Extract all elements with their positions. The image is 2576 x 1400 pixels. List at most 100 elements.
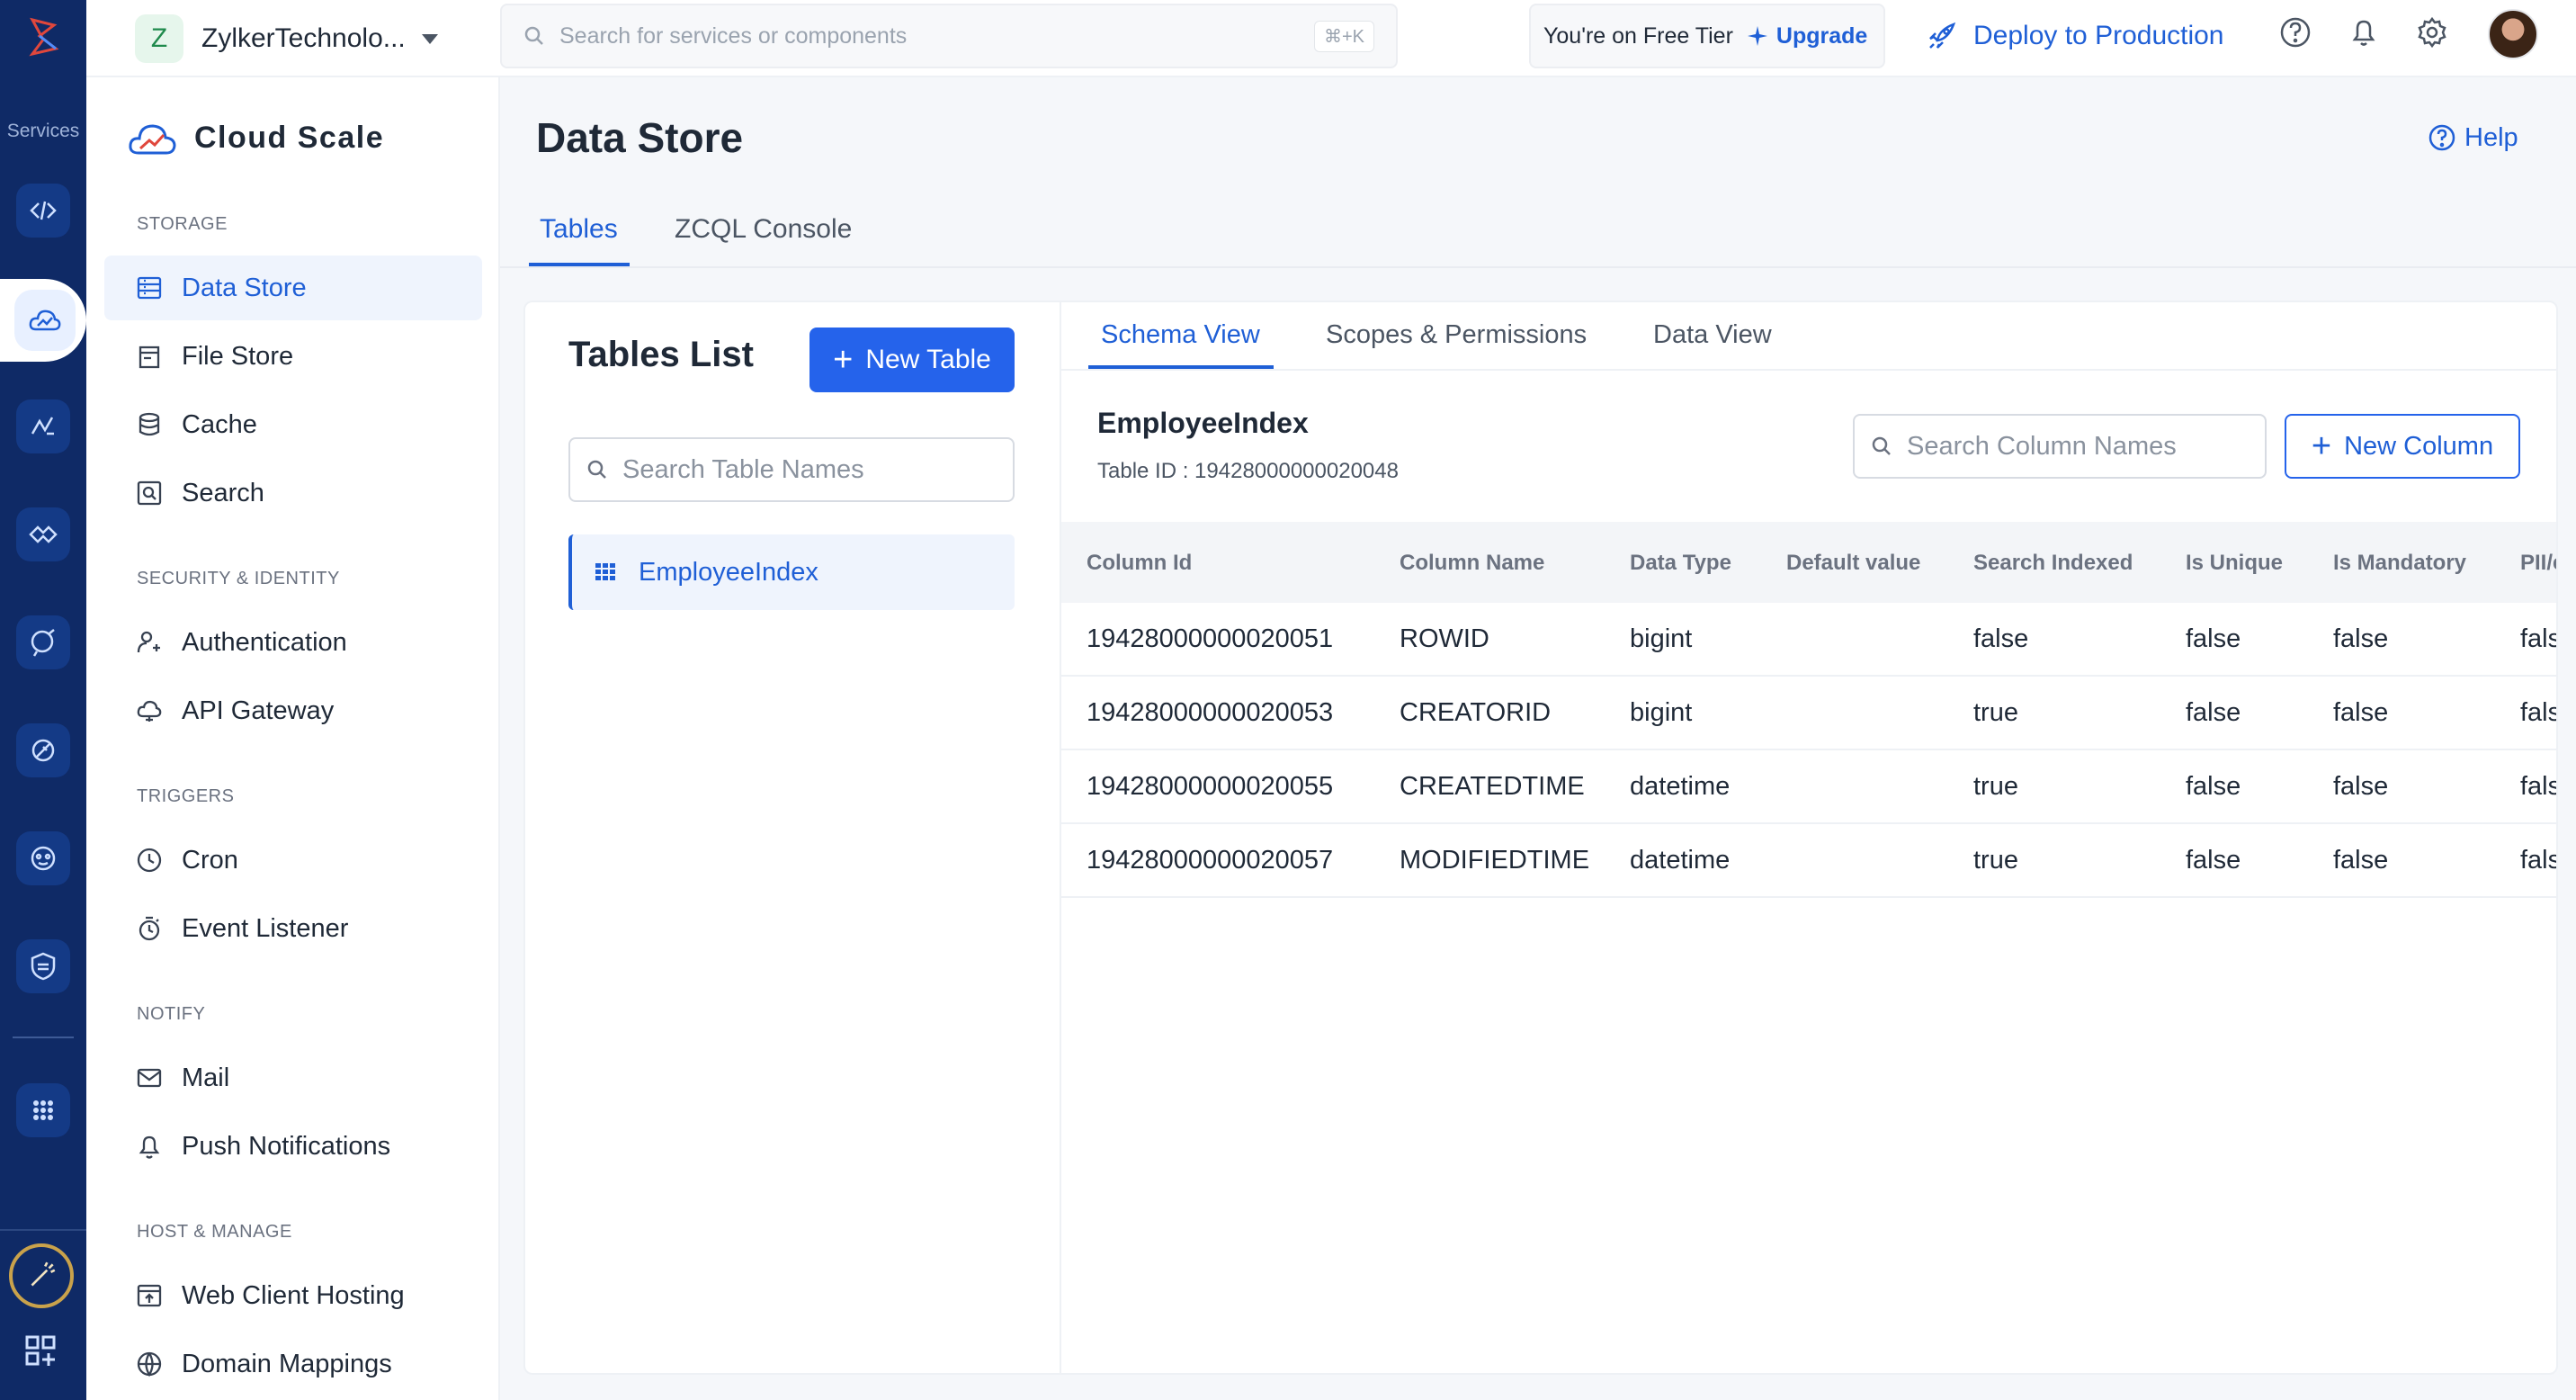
sidebar-item-label: Domain Mappings [182, 1349, 392, 1378]
tier-text: You're on Free Tier [1543, 22, 1733, 49]
table-row[interactable]: 19428000000020057 MODIFIEDTIME datetime … [1061, 824, 2556, 898]
sidebar-item-label: Cache [182, 409, 257, 439]
column-header: Column Name [1400, 551, 1545, 575]
table-row[interactable]: 19428000000020055 CREATEDTIME datetime t… [1061, 750, 2556, 824]
section-host-manage: HOST & MANAGE [137, 1222, 292, 1242]
shield-icon[interactable] [16, 939, 70, 993]
upgrade-label: Upgrade [1775, 22, 1868, 49]
sidebar-item-cron[interactable]: Cron [104, 828, 482, 893]
global-search-input[interactable]: Search for services or components ⌘+K [500, 4, 1398, 68]
cell-is-unique: false [2186, 624, 2241, 653]
sidebar-item-api-gateway[interactable]: API Gateway [104, 678, 482, 743]
gear-icon[interactable] [2414, 14, 2450, 50]
cell-column-id: 19428000000020057 [1087, 846, 1334, 875]
cell-column-id: 19428000000020055 [1087, 772, 1334, 801]
help-circle-icon [2428, 124, 2455, 151]
sidebar-item-event-listener[interactable]: Event Listener [104, 896, 482, 961]
tab-tables[interactable]: Tables [540, 214, 618, 268]
cell-search-indexed: true [1973, 698, 2018, 727]
sidebar-item-label: Authentication [182, 627, 347, 657]
sidebar-item-mail[interactable]: Mail [104, 1046, 482, 1110]
tab-schema-view[interactable]: Schema View [1101, 320, 1260, 350]
cell-column-name: CREATORID [1400, 698, 1552, 727]
cloud-scale-brand: Cloud Scale [126, 115, 384, 160]
cache-icon [139, 412, 160, 436]
magic-wand-icon[interactable] [9, 1243, 74, 1308]
column-header: Search Indexed [1973, 551, 2133, 575]
sidebar-item-cache[interactable]: Cache [104, 392, 482, 457]
clock-icon [137, 848, 162, 873]
section-security-identity: SECURITY & IDENTITY [137, 569, 340, 588]
upgrade-link[interactable]: Upgrade [1746, 23, 1867, 49]
catalyst-logo-icon[interactable] [20, 13, 67, 59]
cell-data-type: datetime [1630, 846, 1731, 875]
bot-icon[interactable] [16, 831, 70, 885]
sidebar-item-label: Push Notifications [182, 1131, 391, 1161]
cloud-scale-icon [29, 310, 61, 331]
cell-is-unique: false [2186, 846, 2241, 875]
org-switcher[interactable]: Z ZylkerTechnolo... [135, 11, 468, 67]
sidebar-item-label: Event Listener [182, 913, 349, 943]
new-column-button[interactable]: + New Column [2285, 414, 2520, 479]
satellite-icon[interactable] [16, 723, 70, 777]
sidebar-item-label: Cron [182, 845, 238, 875]
apps-grid-icon[interactable] [16, 1083, 70, 1137]
new-table-button[interactable]: + New Table [809, 328, 1015, 392]
search-box-icon [137, 480, 162, 506]
help-circle-icon[interactable] [2277, 14, 2313, 50]
code-icon[interactable] [16, 184, 70, 238]
column-header: Default value [1786, 551, 1921, 575]
sidebar-item-data-store[interactable]: Data Store [104, 256, 482, 320]
table-search-input[interactable]: Search Table Names [568, 437, 1015, 502]
handshake-icon[interactable] [16, 507, 70, 561]
brand-name: Cloud Scale [194, 120, 385, 155]
column-header: Is Mandatory [2333, 551, 2467, 575]
web-hosting-icon [137, 1284, 162, 1307]
cell-pii: false [2520, 772, 2556, 801]
sidebar-item-search[interactable]: Search [104, 461, 482, 525]
table-row[interactable]: 19428000000020051 ROWID bigint false fal… [1061, 603, 2556, 677]
user-avatar[interactable] [2488, 9, 2538, 59]
cell-is-mandatory: false [2333, 698, 2389, 727]
sidebar-item-push-notifications[interactable]: Push Notifications [104, 1114, 482, 1179]
cell-pii: false [2520, 698, 2556, 727]
sidebar-item-label: Web Client Hosting [182, 1280, 405, 1310]
search-shortcut-hint: ⌘+K [1313, 20, 1374, 52]
table-list-item[interactable]: EmployeeIndex [568, 534, 1015, 610]
search-icon [524, 26, 543, 45]
grid-table-icon [595, 563, 615, 580]
cell-column-name: MODIFIEDTIME [1400, 846, 1590, 875]
tab-scopes-permissions[interactable]: Scopes & Permissions [1326, 320, 1587, 350]
tab-zcql-console[interactable]: ZCQL Console [675, 214, 852, 268]
help-label: Help [2464, 122, 2518, 152]
section-storage: STORAGE [137, 214, 228, 234]
sidebar-item-label: API Gateway [182, 696, 335, 725]
schema-table: Column Id Column Name Data Type Default … [1061, 522, 2556, 900]
cloud-scale-rail-item[interactable] [0, 279, 86, 362]
table-row[interactable]: 19428000000020053 CREATORID bigint true … [1061, 677, 2556, 750]
deploy-to-production-button[interactable]: Deploy to Production [1927, 13, 2224, 59]
sidebar-item-authentication[interactable]: Authentication [104, 610, 482, 675]
sidebar-item-domain-mappings[interactable]: Domain Mappings [104, 1332, 482, 1396]
sidebar-item-web-client-hosting[interactable]: Web Client Hosting [104, 1263, 482, 1328]
bell-icon[interactable] [2346, 14, 2382, 50]
plus-icon: + [2311, 427, 2332, 465]
cell-data-type: datetime [1630, 772, 1731, 801]
brain-icon[interactable] [16, 615, 70, 669]
stopwatch-icon [139, 916, 160, 941]
cloud-gateway-icon [137, 700, 162, 722]
selected-table-name: EmployeeIndex [1097, 407, 1309, 439]
add-widget-icon[interactable] [23, 1333, 59, 1369]
tab-data-view[interactable]: Data View [1653, 320, 1772, 350]
file-store-icon [139, 346, 160, 369]
sidebar-item-file-store[interactable]: File Store [104, 324, 482, 389]
cell-column-id: 19428000000020053 [1087, 698, 1334, 727]
new-table-label: New Table [865, 345, 991, 374]
help-link[interactable]: Help [2427, 122, 2518, 153]
signals-icon[interactable] [16, 399, 70, 453]
database-table-icon [137, 276, 162, 300]
table-name: EmployeeIndex [639, 557, 818, 587]
column-search-input[interactable]: Search Column Names [1853, 414, 2267, 479]
org-avatar: Z [135, 14, 183, 63]
tab-divider [500, 266, 2576, 268]
